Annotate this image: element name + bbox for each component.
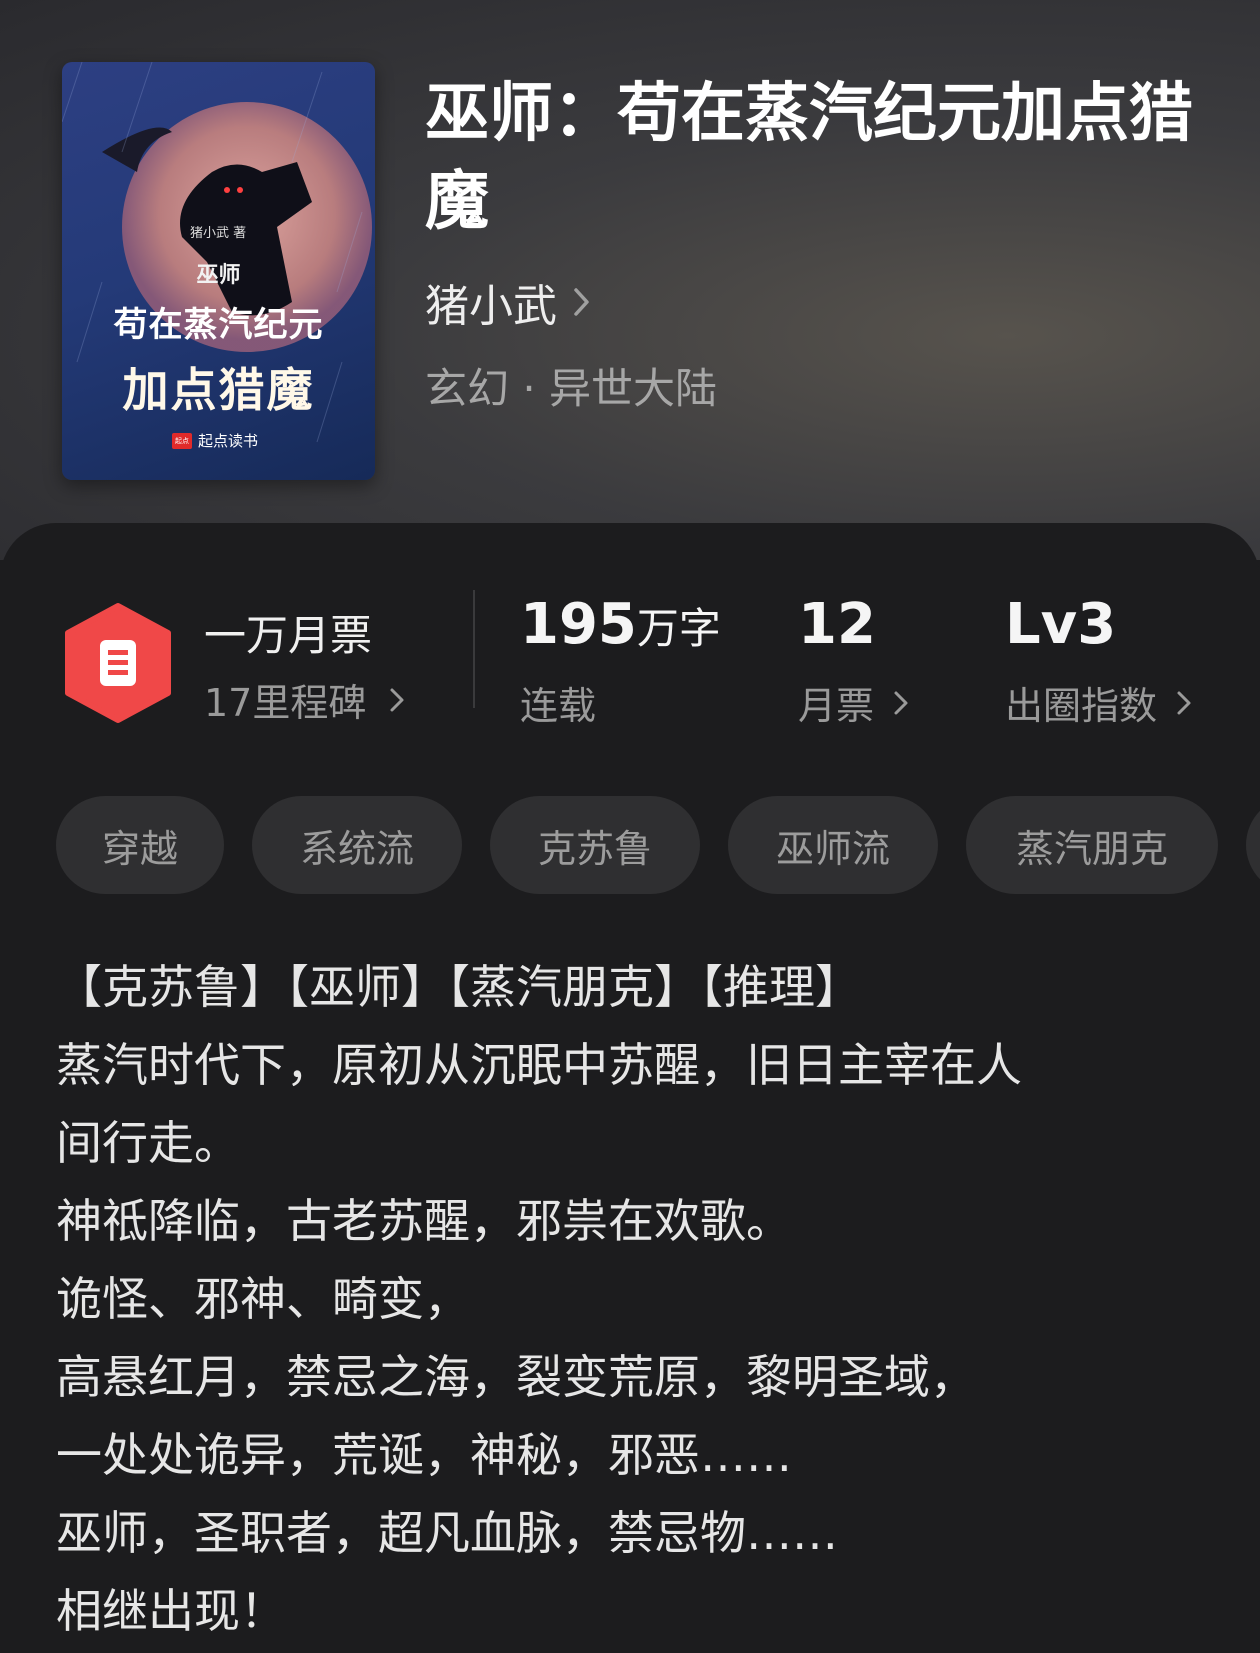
chevron-right-icon	[894, 691, 908, 714]
description-line: 【克苏鲁】【巫师】【蒸汽朋克】【推理】	[56, 960, 861, 1014]
chevron-right-icon	[574, 288, 589, 316]
book-cover[interactable]: 猪小武 著 巫师 苟在蒸汽纪元 加点猎魔 起点 起点读书	[62, 62, 375, 480]
popularity-index-link[interactable]: 出圈指数	[1005, 675, 1193, 730]
cover-title-line3: 加点猎魔	[122, 363, 315, 417]
description-line: 一处处诡异，荒诞，神秘，邪恶……	[56, 1428, 792, 1482]
description-line: 相继出现！	[56, 1584, 286, 1638]
book-description[interactable]: 【克苏鲁】【巫师】【蒸汽朋克】【推理】 蒸汽时代下，原初从沉眠中苏醒，旧日主宰在…	[56, 948, 1206, 1650]
monthly-ticket-count: 12	[798, 592, 876, 657]
monthly-ticket-link[interactable]: 月票	[798, 675, 910, 730]
monthly-ticket-badge-icon[interactable]	[62, 602, 174, 724]
word-count-number: 195	[520, 592, 637, 657]
tag-chip[interactable]: 巫师流	[728, 796, 938, 894]
description-line: 间行走。	[56, 1116, 240, 1170]
tag-chip[interactable]: 系统流	[252, 796, 462, 894]
cover-title-line1: 巫师	[196, 262, 241, 288]
milestone-label: 17里程碑	[204, 681, 367, 725]
tag-chip[interactable]: 蒸汽朋克	[966, 796, 1218, 894]
popularity-index-label: 出圈指数	[1005, 684, 1158, 728]
serial-status: 连载	[520, 684, 597, 728]
description-line: 蒸汽时代下，原初从沉眠中苏醒，旧日主宰在人	[56, 1038, 1022, 1092]
stats-divider	[473, 590, 475, 708]
publisher-name: 起点读书	[198, 432, 259, 450]
description-line: 高悬红月，禁忌之海，裂变荒原，黎明圣域，	[56, 1350, 976, 1404]
monthly-ticket-label: 月票	[798, 684, 875, 728]
cover-title-line2: 苟在蒸汽纪元	[113, 305, 324, 345]
cover-publisher: 起点 起点读书	[172, 430, 258, 451]
milestone-link[interactable]: 17里程碑	[204, 672, 406, 727]
ticket-milestone-title: 一万月票	[204, 611, 373, 660]
tag-chip[interactable]: 穿越	[56, 796, 224, 894]
description-line: 巫师，圣职者，超凡血脉，禁忌物……	[56, 1506, 838, 1560]
word-count-unit: 万字	[636, 604, 721, 653]
popularity-level: Lv3	[1005, 592, 1117, 657]
book-title: 巫师：苟在蒸汽纪元加点猎魔	[425, 76, 1193, 239]
tag-chip[interactable]: 克苏鲁	[490, 796, 700, 894]
author-name: 猪小武	[425, 281, 557, 332]
chevron-right-icon	[1177, 691, 1191, 714]
description-line: 诡怪、邪神、畸变，	[56, 1272, 470, 1326]
genre-label: 玄幻 · 异世大陆	[425, 364, 718, 413]
tag-list: 穿越 系统流 克苏鲁 巫师流 蒸汽朋克	[56, 796, 1260, 894]
tag-chip-overflow[interactable]	[1246, 796, 1260, 894]
author-link[interactable]: 猪小武	[425, 270, 593, 334]
chevron-right-icon	[390, 688, 404, 711]
word-count: 195万字	[520, 592, 721, 657]
cover-author: 猪小武 著	[190, 226, 247, 241]
publisher-logo: 起点	[172, 432, 192, 449]
description-line: 神祗降临，古老苏醒，邪祟在欢歌。	[56, 1194, 792, 1248]
